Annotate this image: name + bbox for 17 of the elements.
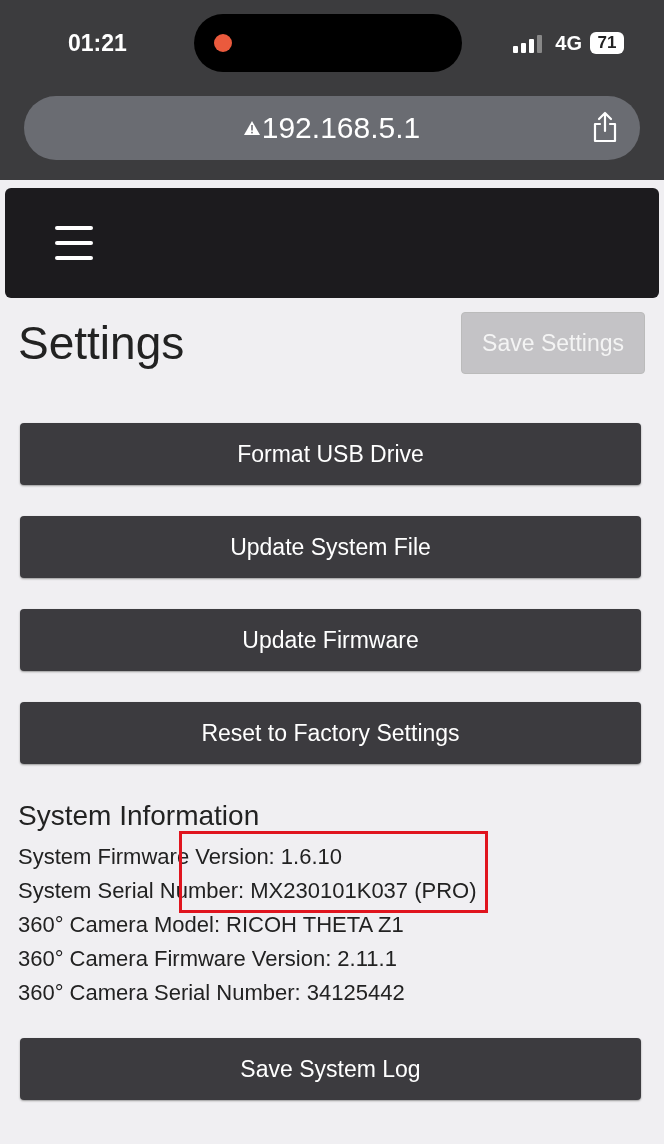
section-heading: System Information	[18, 800, 261, 832]
action-button[interactable]: Format USB Drive	[20, 423, 641, 485]
page-title: Settings	[18, 316, 185, 370]
menu-icon[interactable]	[55, 226, 93, 260]
status-time: 01:21	[68, 29, 128, 57]
network-label: 4G	[555, 31, 582, 55]
action-button[interactable]: Update Firmware	[20, 609, 641, 671]
action-button[interactable]: Reset to Factory Settings	[20, 702, 641, 764]
info-line: 360° Camera Serial Number: 34125442	[18, 979, 406, 1007]
address-text: 192.168.5.1	[261, 111, 421, 145]
save-log-button[interactable]: Save System Log	[20, 1038, 641, 1100]
share-icon[interactable]	[592, 111, 618, 143]
info-line: 360° Camera Model: RICOH THETA Z1	[18, 911, 405, 939]
action-button[interactable]: Update System File	[20, 516, 641, 578]
info-line: 360° Camera Firmware Version: 2.11.1	[18, 945, 398, 973]
battery-indicator: 71	[590, 32, 624, 54]
address-bar[interactable]: 192.168.5.1	[24, 96, 640, 160]
